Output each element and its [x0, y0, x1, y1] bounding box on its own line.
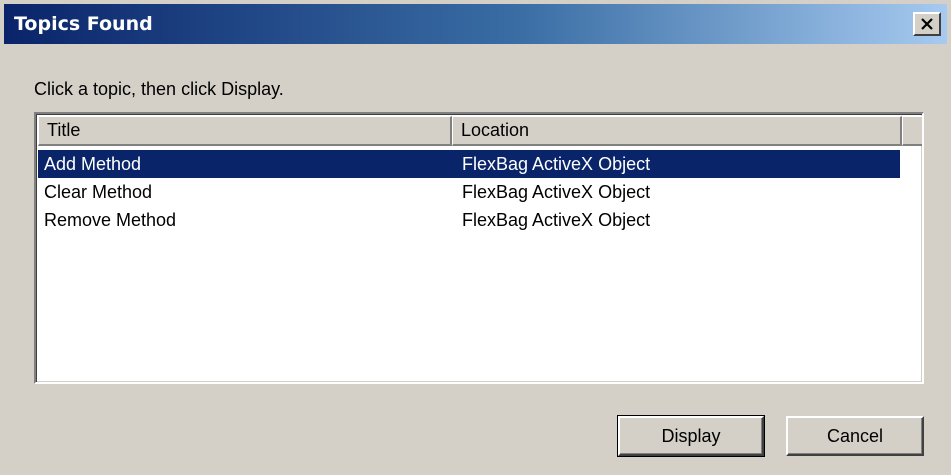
window-title: Topics Found — [14, 13, 153, 35]
display-button[interactable]: Display — [617, 415, 765, 457]
cancel-button[interactable]: Cancel — [786, 416, 924, 456]
topics-found-dialog: Topics Found Click a topic, then click D… — [0, 0, 951, 475]
list-item-clear-method[interactable]: Clear Method FlexBag ActiveX Object — [38, 178, 900, 206]
close-icon — [920, 18, 934, 30]
close-button[interactable] — [913, 12, 941, 36]
list-rows: Add Method FlexBag ActiveX Object Clear … — [38, 150, 922, 234]
row-location: FlexBag ActiveX Object — [462, 154, 651, 174]
column-header-filler — [902, 116, 922, 146]
title-bar[interactable]: Topics Found — [4, 4, 947, 44]
row-title: Add Method — [44, 154, 142, 174]
column-header-title[interactable]: Title — [38, 116, 452, 146]
column-header-location[interactable]: Location — [452, 116, 902, 146]
list-header: Title Location — [38, 116, 922, 146]
list-item-add-method[interactable]: Add Method FlexBag ActiveX Object — [38, 150, 900, 178]
row-title: Remove Method — [44, 210, 177, 230]
instruction-text: Click a topic, then click Display. — [34, 79, 284, 99]
row-location: FlexBag ActiveX Object — [462, 210, 651, 230]
row-title: Clear Method — [44, 182, 153, 202]
row-location: FlexBag ActiveX Object — [462, 182, 651, 202]
list-item-remove-method[interactable]: Remove Method FlexBag ActiveX Object — [38, 206, 900, 234]
topics-list[interactable]: Title Location Add Method FlexBag Active… — [34, 112, 924, 384]
